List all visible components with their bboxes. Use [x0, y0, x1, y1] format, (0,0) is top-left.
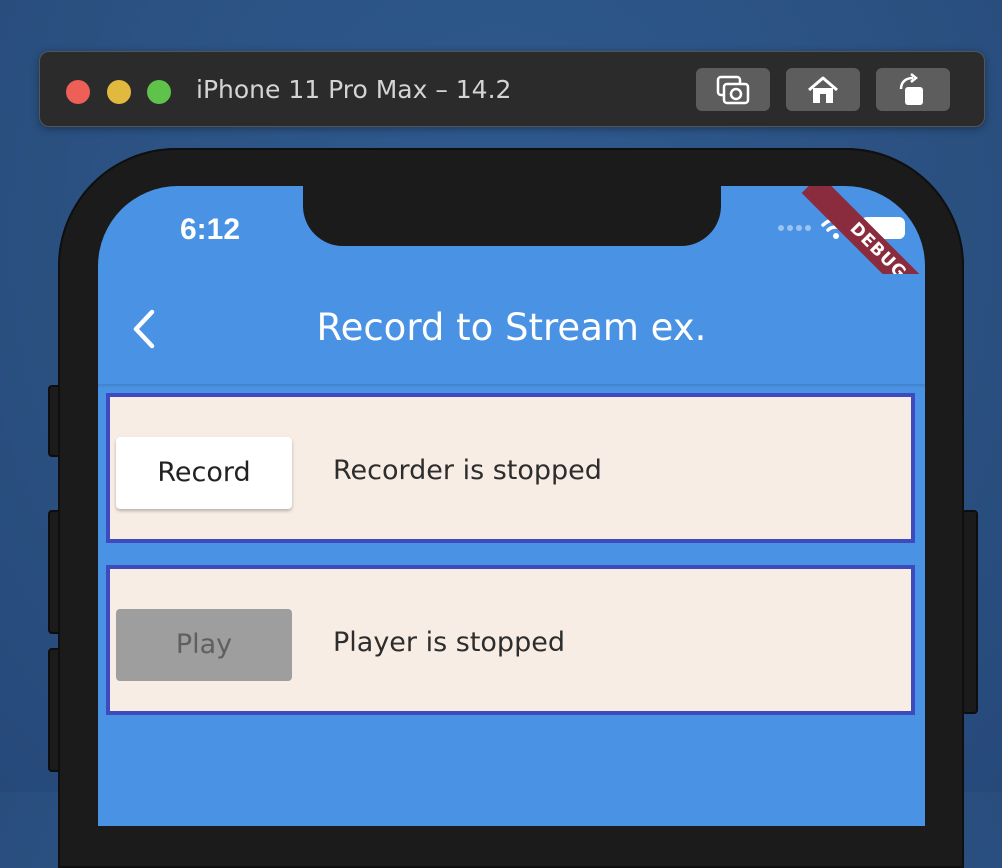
close-window-button[interactable] — [66, 80, 90, 104]
zoom-window-button[interactable] — [147, 80, 171, 104]
home-button[interactable] — [786, 68, 860, 111]
record-button[interactable]: Record — [116, 437, 292, 509]
home-icon — [808, 76, 838, 103]
rotate-icon — [899, 72, 923, 105]
recorder-card: Record Recorder is stopped — [106, 393, 915, 543]
screenshot-icon — [716, 75, 750, 104]
minimize-window-button[interactable] — [107, 80, 131, 104]
phone-screen: 6:12 DEBUG Record to Stream ex. Record R… — [98, 186, 925, 826]
screenshot-button[interactable] — [696, 68, 770, 111]
simulator-title: iPhone 11 Pro Max – 14.2 — [196, 75, 512, 104]
power-button — [962, 510, 978, 714]
app-bar: Record to Stream ex. — [98, 274, 925, 386]
play-button[interactable]: Play — [116, 609, 292, 681]
player-status: Player is stopped — [333, 627, 565, 658]
simulator-title-bar: iPhone 11 Pro Max – 14.2 — [39, 51, 985, 127]
page-title: Record to Stream ex. — [316, 306, 707, 349]
signal-icon — [778, 225, 811, 231]
player-card: Play Player is stopped — [106, 565, 915, 715]
app-bar-shadow — [98, 384, 925, 388]
rotate-button[interactable] — [876, 68, 950, 111]
status-time: 6:12 — [180, 213, 241, 246]
notch — [303, 186, 721, 246]
recorder-status: Recorder is stopped — [333, 455, 602, 486]
